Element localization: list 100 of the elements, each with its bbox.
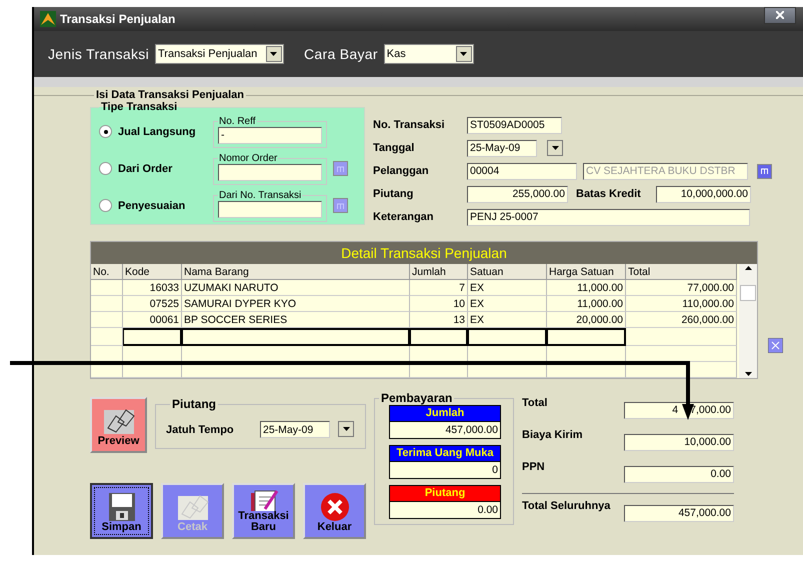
radio-label: Jual Langsung [118, 126, 196, 138]
total-label: Biaya Kirim [522, 429, 584, 441]
table-cell: 11,000.00 [547, 296, 626, 312]
column-header[interactable]: No. [91, 264, 123, 280]
lookup-icon [337, 166, 344, 172]
radio-button[interactable] [99, 199, 112, 212]
field-label: Nomor Order [218, 152, 278, 164]
table-cell [91, 328, 123, 346]
date-field[interactable]: 25-May-09 [467, 140, 537, 156]
table-cell: EX [468, 296, 547, 312]
table-cell [91, 296, 123, 312]
input-field[interactable]: 457,000.00 [624, 504, 734, 522]
table-cell: 20,000.00 [547, 312, 626, 328]
payment-value[interactable]: 0 [390, 462, 500, 478]
payment-value[interactable]: 457,000.00 [390, 422, 500, 438]
radio-option[interactable]: Jual Langsung [99, 125, 213, 138]
caret-icon [552, 146, 558, 150]
input-field[interactable]: 0.00 [624, 466, 734, 482]
radio-button[interactable] [99, 125, 112, 138]
table-cell [91, 362, 123, 378]
column-header[interactable]: Kode [123, 264, 182, 280]
preview-button[interactable]: Preview [90, 397, 147, 453]
column-header[interactable]: Satuan [468, 264, 547, 280]
lookup-button[interactable] [757, 164, 772, 178]
total-label: PPN [522, 461, 546, 473]
field-label: Piutang [373, 188, 414, 200]
value-text: 4 [672, 404, 678, 416]
field-label: Jatuh Tempo [166, 424, 235, 436]
radio-label: Dari Order [118, 162, 172, 174]
scroll-thumb[interactable] [740, 285, 756, 301]
input-field[interactable]: 4 7,000.00 [624, 402, 734, 418]
table-cell: 7 [410, 280, 468, 296]
table-cell [410, 328, 468, 346]
lookup-icon [761, 168, 768, 174]
table-cell: 00061 [123, 312, 182, 328]
table-cell: BP SOCCER SERIES [182, 312, 410, 328]
input-field[interactable]: - [218, 126, 322, 144]
field-label: Batas Kredit [576, 188, 642, 200]
scrollbar[interactable] [739, 264, 757, 378]
table-cell: 13 [410, 312, 468, 328]
table-cell: 07525 [123, 296, 182, 312]
group-title: Tipe Transaksi [100, 101, 178, 113]
table-cell [123, 328, 182, 346]
input-field[interactable]: 255,000.00 [467, 186, 568, 202]
jenis-transaksi-dropdown[interactable]: Transaksi Penjualan [154, 44, 284, 64]
input-field[interactable] [218, 200, 322, 218]
table-cell: 16033 [123, 280, 182, 296]
table-cell: SAMURAI DYPER KYO [182, 296, 410, 312]
payment-value[interactable]: 0.00 [390, 502, 500, 518]
field-label: Cara Bayar [304, 46, 378, 62]
radio-option[interactable]: Dari Order [99, 162, 213, 175]
group-title: Pembayaran [380, 391, 454, 405]
radio-label: Penyesuaian [118, 200, 186, 212]
column-header[interactable]: Total [626, 264, 737, 280]
close-button[interactable] [764, 6, 796, 24]
input-field[interactable]: 00004 [467, 162, 577, 180]
column-header[interactable]: Harga Satuan [547, 264, 626, 280]
input-field[interactable]: 10,000.00 [624, 434, 734, 450]
input-field[interactable]: 10,000,000.00 [656, 186, 751, 202]
table-cell: 77,000.00 [626, 280, 737, 296]
caret-icon [460, 52, 468, 56]
caret-icon [270, 52, 278, 56]
payment-label: Piutang [390, 486, 500, 502]
table-cell [91, 312, 123, 328]
input-field[interactable]: ST0509AD0005 [467, 116, 562, 134]
table-cell: 110,000.00 [626, 296, 737, 312]
column-header[interactable]: Jumlah [410, 264, 468, 280]
toolbar-button[interactable]: Transaksi Baru [232, 483, 295, 539]
group-title: Piutang [171, 397, 217, 411]
delete-row-icon[interactable] [768, 338, 783, 353]
dropdown-value: Kas [386, 48, 406, 60]
table-title: Detail Transaksi Penjualan [91, 242, 757, 264]
input-field[interactable]: PENJ 25-0007 [467, 208, 750, 226]
caret-icon [744, 266, 752, 270]
dropdown-button[interactable] [266, 46, 282, 62]
toolbar-button[interactable]: Keluar [303, 483, 366, 539]
input-field[interactable] [218, 164, 322, 180]
dropdown-button[interactable] [338, 421, 354, 437]
window-title: Transaksi Penjualan [60, 12, 176, 26]
radio-option[interactable]: Penyesuaian [99, 199, 213, 212]
caret-icon [744, 372, 752, 376]
table-cell: EX [468, 280, 547, 296]
date-field[interactable]: 25-May-09 [260, 421, 330, 438]
column-header[interactable]: Nama Barang [182, 264, 410, 280]
field-label: No. Reff [218, 116, 256, 126]
table-cell [91, 280, 123, 296]
dropdown-button[interactable] [456, 46, 472, 62]
field-label: Dari No. Transaksi [218, 190, 302, 200]
dropdown-button[interactable] [547, 140, 563, 156]
table-cell: 10 [410, 296, 468, 312]
table-cell: 260,000.00 [626, 312, 737, 328]
cara-bayar-dropdown[interactable]: Kas [384, 44, 474, 64]
app-icon [40, 11, 56, 27]
toolbar-button[interactable]: Simpan [90, 483, 153, 539]
group-title: Isi Data Transaksi Penjualan [95, 89, 245, 101]
total-label: Total [522, 397, 548, 409]
total-label: Total Seluruhnya [522, 500, 612, 512]
radio-button[interactable] [99, 162, 112, 175]
close-icon [320, 492, 350, 522]
payment-label: Jumlah [390, 406, 500, 422]
